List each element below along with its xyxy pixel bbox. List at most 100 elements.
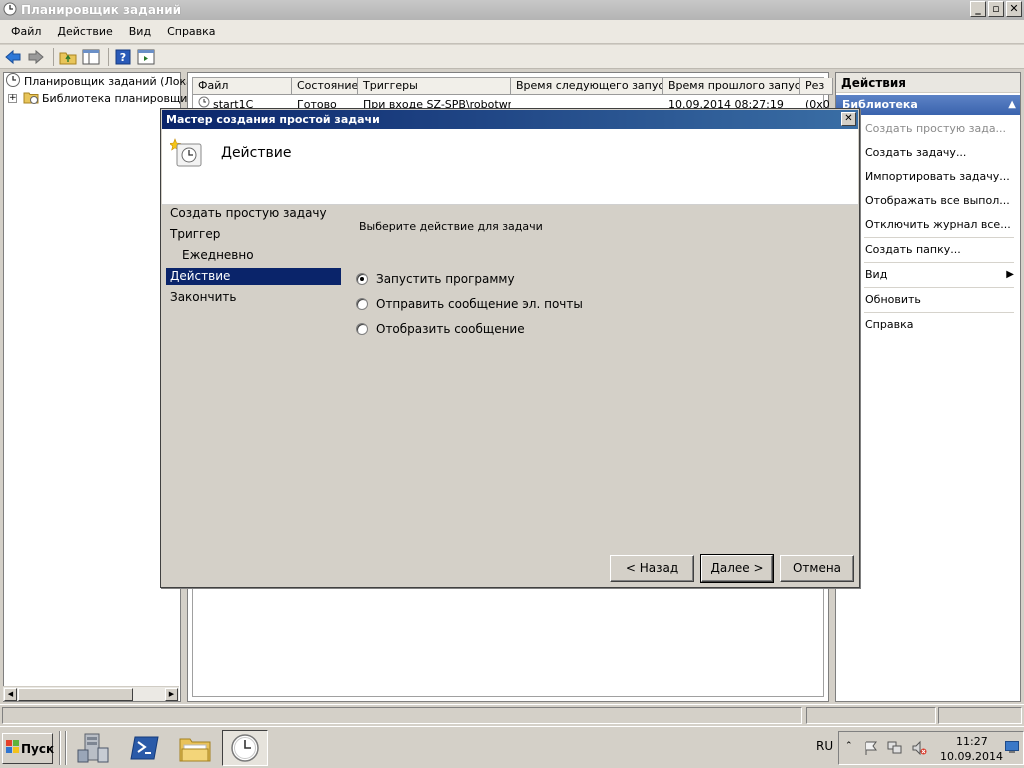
dialog-close-button[interactable]: ✕ — [841, 112, 856, 126]
tree-horizontal-scrollbar[interactable]: ◀ ▶ — [3, 686, 179, 701]
help-icon[interactable]: ? — [113, 47, 133, 67]
action-center-flag-icon[interactable] — [863, 740, 879, 759]
menu-view[interactable]: Вид — [121, 25, 159, 38]
navigation-tree: Планировщик заданий (Локал + Библиотека … — [3, 72, 201, 702]
column-header-result[interactable]: Рез — [800, 78, 833, 95]
submenu-arrow-icon: ▶ — [1006, 269, 1014, 280]
radio-button[interactable] — [356, 298, 368, 310]
taskbar: Пуск RU ⌃ 11:27 10.09.2014 — [0, 726, 1024, 768]
menu-help[interactable]: Справка — [159, 25, 223, 38]
task-wizard-icon — [168, 137, 204, 172]
column-header-state[interactable]: Состояние — [292, 78, 358, 95]
wizard-page-title: Действие — [221, 145, 292, 161]
volume-muted-icon[interactable] — [911, 740, 927, 759]
column-header-triggers[interactable]: Триггеры — [358, 78, 511, 95]
radio-send-email[interactable]: Отправить сообщение эл. почты — [356, 297, 583, 311]
server-manager-icon[interactable] — [70, 730, 116, 766]
dialog-title: Мастер создания простой задачи — [166, 113, 380, 126]
status-bar — [0, 704, 1024, 726]
action-display-running[interactable]: Отображать все выпол... — [836, 189, 1020, 213]
minimize-button[interactable]: _ — [970, 1, 986, 17]
up-folder-icon[interactable] — [58, 47, 78, 67]
action-view-label: Вид — [865, 268, 888, 281]
forward-arrow-icon[interactable] — [26, 47, 46, 67]
tree-item-label: Библиотека планировщика — [42, 92, 201, 105]
radio-label: Запустить программу — [376, 272, 515, 286]
column-header-last-run[interactable]: Время прошлого запуска — [663, 78, 800, 95]
clock-icon — [3, 2, 17, 19]
expand-toggle[interactable]: + — [8, 94, 17, 103]
back-arrow-icon[interactable] — [3, 47, 23, 67]
tree-item-library[interactable]: + Библиотека планировщика — [8, 90, 201, 107]
maximize-button[interactable]: ▫ — [988, 1, 1004, 17]
windows-logo-icon — [6, 740, 20, 757]
menu-file[interactable]: Файл — [0, 25, 49, 38]
scrollbar-thumb[interactable] — [18, 688, 133, 701]
scroll-right-icon[interactable]: ▶ — [165, 688, 178, 701]
action-view[interactable]: Вид ▶ — [836, 263, 1020, 287]
show-desktop-icon[interactable] — [1005, 741, 1019, 756]
back-button[interactable]: < Назад — [610, 555, 694, 582]
wizard-step-finish[interactable]: Закончить — [166, 289, 341, 306]
scroll-left-icon[interactable]: ◀ — [4, 688, 17, 701]
action-help[interactable]: Справка — [836, 313, 1020, 337]
taskbar-divider — [65, 731, 67, 765]
window-titlebar: Планировщик заданий _ ▫ ✕ — [0, 0, 1024, 20]
dialog-titlebar: Мастер создания простой задачи ✕ — [162, 110, 858, 129]
task-list-header: Файл Состояние Триггеры Время следующего… — [193, 78, 833, 95]
close-button[interactable]: ✕ — [1006, 1, 1022, 17]
status-panel — [2, 707, 802, 724]
clock-icon — [5, 72, 21, 91]
create-basic-task-wizard: Мастер создания простой задачи ✕ Действи… — [160, 108, 860, 588]
start-button[interactable]: Пуск — [2, 733, 55, 764]
menu-action[interactable]: Действие — [49, 25, 120, 38]
action-import-task[interactable]: Импортировать задачу... — [836, 165, 1020, 189]
column-header-next-run[interactable]: Время следующего запуска — [511, 78, 663, 95]
show-hide-tree-icon[interactable] — [81, 47, 101, 67]
action-create-task[interactable]: Создать задачу... — [836, 141, 1020, 165]
status-panel — [938, 707, 1022, 724]
network-icon[interactable] — [887, 740, 903, 759]
wizard-step-create-task[interactable]: Создать простую задачу — [166, 205, 341, 222]
column-header-name[interactable]: Файл — [193, 78, 292, 95]
cancel-button[interactable]: Отмена — [780, 555, 854, 582]
svg-text:?: ? — [120, 51, 126, 64]
radio-label: Отправить сообщение эл. почты — [376, 297, 583, 311]
language-indicator[interactable]: RU — [816, 739, 833, 753]
action-prompt: Выберите действие для задачи — [359, 220, 543, 233]
toolbar: ? — [0, 45, 1024, 69]
radio-button[interactable] — [356, 273, 368, 285]
action-refresh[interactable]: Обновить — [836, 288, 1020, 312]
clock-time[interactable]: 11:27 — [956, 735, 988, 748]
show-hidden-icons-chevron-icon[interactable]: ⌃ — [845, 741, 853, 751]
start-label: Пуск — [21, 741, 55, 756]
next-button[interactable]: Далее > — [700, 554, 774, 583]
radio-label: Отобразить сообщение — [376, 322, 525, 336]
wizard-step-action[interactable]: Действие — [166, 268, 341, 285]
action-new-folder[interactable]: Создать папку... — [836, 238, 1020, 262]
wizard-step-daily[interactable]: Ежедневно — [166, 247, 341, 264]
toolbar-separator — [108, 47, 109, 66]
action-disable-history[interactable]: Отключить журнал все... — [836, 213, 1020, 237]
dialog-banner: Действие — [162, 129, 858, 205]
powershell-icon[interactable] — [122, 730, 168, 766]
explorer-folder-icon[interactable] — [172, 730, 218, 766]
status-panel — [806, 707, 936, 724]
clock-date[interactable]: 10.09.2014 — [940, 750, 1003, 763]
show-hide-action-pane-icon[interactable] — [136, 47, 156, 67]
collapse-chevron-icon[interactable]: ▲ — [1008, 95, 1016, 115]
actions-section-library[interactable]: Библиотека планировщик... ▲ — [836, 95, 1020, 131]
task-scheduler-taskbar-icon[interactable] — [222, 730, 268, 766]
menu-bar: Файл Действие Вид Справка — [0, 20, 1024, 44]
wizard-step-trigger[interactable]: Триггер — [166, 226, 341, 243]
action-create-basic-task[interactable]: Создать простую зада... — [836, 117, 1020, 141]
tree-item-task-scheduler[interactable]: Планировщик заданий (Локал — [5, 73, 200, 90]
toolbar-separator — [53, 47, 54, 66]
window-title: Планировщик заданий — [21, 3, 182, 17]
folder-clock-icon — [23, 89, 39, 108]
radio-display-message[interactable]: Отобразить сообщение — [356, 322, 525, 336]
actions-header: Действия — [836, 73, 1020, 93]
radio-button[interactable] — [356, 323, 368, 335]
tree-item-label: Планировщик заданий (Локал — [24, 75, 200, 88]
radio-start-program[interactable]: Запустить программу — [356, 272, 515, 286]
